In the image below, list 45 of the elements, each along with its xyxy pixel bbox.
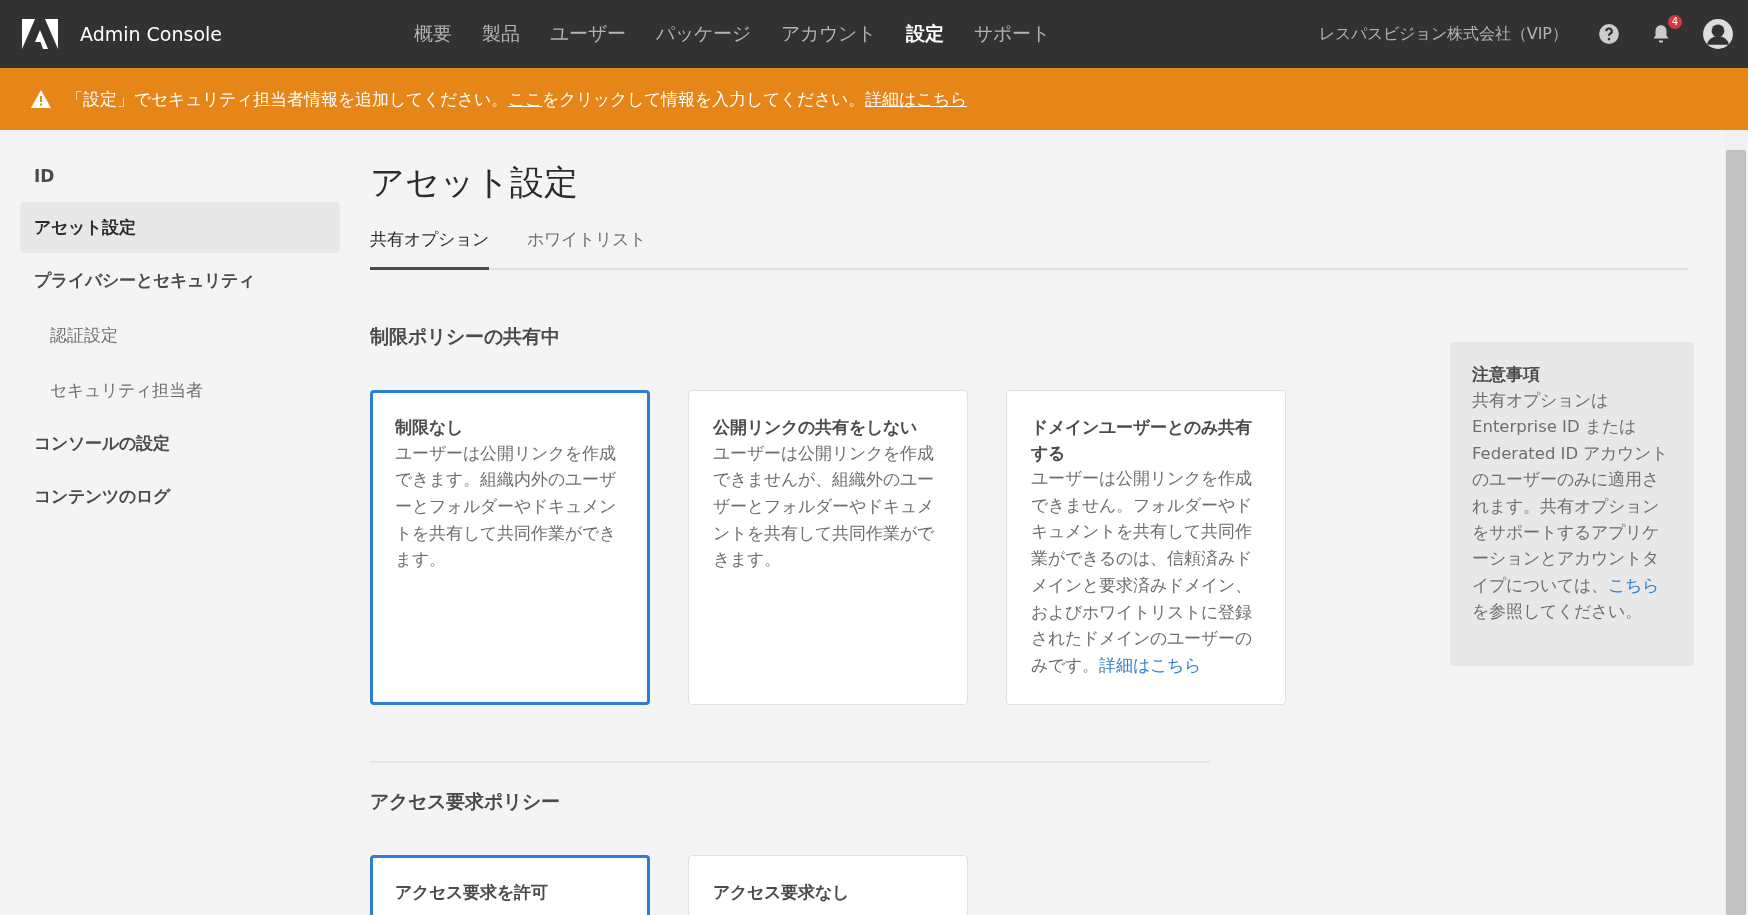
logo-icon[interactable] <box>22 19 58 49</box>
warning-message: 「設定」でセキュリティ担当者情報を追加してください。ここ をクリックして情報を入力してください。詳細はこちら <box>66 87 967 111</box>
option-title: 制限なし <box>395 416 464 439</box>
option-title: アクセス要求を許可 <box>395 880 549 904</box>
sidebar-item[interactable]: コンテンツのログ <box>20 471 340 522</box>
nav-tab[interactable]: サポート <box>974 21 1050 47</box>
sidebar-subitem[interactable]: セキュリティ担当者 <box>20 363 340 418</box>
help-icon[interactable] <box>1598 23 1620 45</box>
note-link[interactable]: こちら <box>1608 575 1659 595</box>
section-heading: 制限ポリシーの共有中 <box>370 324 561 349</box>
option-description: ユーザーは公開リンクを作成できませんが、組織外のユーザーとフォルダーやドキュメントを共有して共同作業ができます。 <box>713 442 935 572</box>
option-card[interactable]: ドメインユーザーとのみ共有する ユーザーは公開リンクを作成できません。フォルダーやドキュメントを共有して共同作業ができるのは、信頼済みドメインと要求済みドメイン、およびホワイトリストに登録されたドメインのユーザーのみです。詳細はこちら <box>1006 390 1286 705</box>
organization-name[interactable]: レスパスビジョン株式会社（VIP） <box>1318 23 1568 45</box>
avatar-icon[interactable] <box>1702 18 1734 50</box>
tab[interactable]: 共有オプション <box>370 220 489 270</box>
option-title: ドメインユーザーとのみ共有する <box>1031 416 1253 465</box>
nav-tab[interactable]: 概要 <box>414 21 452 47</box>
sidebar-item[interactable]: ID <box>20 152 340 200</box>
details-link[interactable]: 詳細はこちら <box>1099 656 1201 676</box>
warning-icon <box>30 89 52 109</box>
tab[interactable]: ホワイトリスト <box>527 220 646 270</box>
app-name: Admin Console <box>80 23 223 45</box>
page-title: アセット設定 <box>370 161 579 204</box>
scrollbar[interactable] <box>1724 130 1748 915</box>
option-card[interactable]: アクセス要求を許可 <box>370 854 650 915</box>
option-description: ユーザーは公開リンクを作成できます。組織内外のユーザーとフォルダーやドキュメントを共有して共同作業ができます。 <box>395 442 617 572</box>
sidebar-item[interactable]: アセット設定 <box>20 202 340 253</box>
nav-tab[interactable]: 製品 <box>482 21 520 47</box>
option-card[interactable]: 公開リンクの共有をしない ユーザーは公開リンクを作成できませんが、組織外のユーザーとフォルダーやドキュメントを共有して共同作業ができます。 <box>688 390 968 705</box>
note-title: 注意事項 <box>1472 364 1541 386</box>
notification-badge: 4 <box>1667 15 1682 29</box>
option-title: 公開リンクの共有をしない <box>713 416 918 439</box>
option-description: ユーザーは公開リンクを作成できません。フォルダーやドキュメントを共有して共同作業ができるのは、信頼済みドメインと要求済みドメイン、およびホワイトリストに登録されたドメインのユーザーのみです。詳細はこちら <box>1031 468 1253 678</box>
sidebar-item[interactable]: コンソールの設定 <box>20 418 340 469</box>
nav-tab[interactable]: ユーザー <box>550 21 626 47</box>
option-card[interactable]: アクセス要求なし <box>688 854 968 915</box>
nav-tab[interactable]: アカウント <box>781 21 876 47</box>
option-title: アクセス要求なし <box>713 880 850 904</box>
sidebar-item[interactable]: プライバシーとセキュリティ <box>20 255 340 306</box>
nav-tab[interactable]: 設定 <box>906 21 944 47</box>
section-heading: アクセス要求ポリシー <box>370 788 561 814</box>
nav-tab[interactable]: パッケージ <box>656 21 751 47</box>
option-card[interactable]: 制限なし ユーザーは公開リンクを作成できます。組織内外のユーザーとフォルダーやドキュメントを共有して共同作業ができます。 <box>370 390 650 705</box>
sidebar-subitem[interactable]: 認証設定 <box>20 308 340 363</box>
note-text: 共有オプションは Enterprise ID または Federated ID アカウントのユーザーのみに適用されます。共有オプションをサポートするアプリケーションとアカウントタイプについては、こちら を参照してください。 <box>1472 390 1670 624</box>
